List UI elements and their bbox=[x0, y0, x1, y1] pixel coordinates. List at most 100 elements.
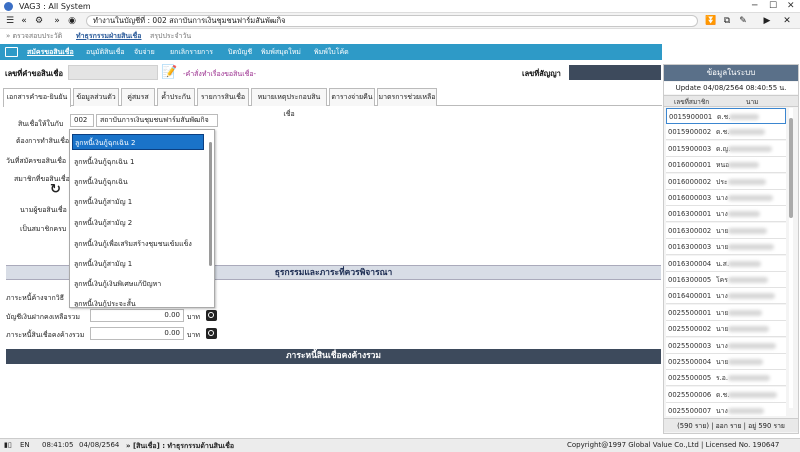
window-title: VAG3 : All System bbox=[19, 2, 91, 11]
dropdown-option[interactable]: ลูกหนี้เงินกู้สามัญ 1 bbox=[72, 256, 204, 272]
tab-repayment[interactable]: ตารางจ่ายคืน bbox=[329, 88, 375, 106]
status-bar: ▮▯ EN 08:41:05 04/08/2564 » [สินเชื่อ] :… bbox=[0, 438, 800, 452]
tab-assistance[interactable]: มาตรการช่วยเหลือ bbox=[377, 88, 437, 106]
download-icon[interactable]: ⏬ bbox=[705, 15, 717, 27]
edit-document-icon[interactable]: 📝 bbox=[161, 64, 177, 81]
member-row[interactable]: 0025500007 นาง bbox=[666, 403, 786, 416]
request-row: เลขที่คำขอสินเชื่อ 📝 -คำสั่งทำเรื่องขอสิ… bbox=[0, 62, 662, 84]
member-row[interactable]: 0025500001 นาย bbox=[666, 304, 786, 321]
dropdown-option[interactable]: ลูกหนี้เงินกู้สามัญ 2 bbox=[72, 215, 204, 231]
forward-icon[interactable]: » bbox=[51, 15, 63, 27]
col-member-code: เลขที่สมาชิก bbox=[674, 98, 710, 106]
dropdown-scrollbar[interactable] bbox=[209, 142, 212, 266]
menu-print-code[interactable]: พิมพ์ใบโค้ด bbox=[314, 47, 349, 58]
deposit-search-icon[interactable] bbox=[206, 310, 217, 321]
dropdown-option[interactable]: ลูกหนี้เงินกู้เพื่อเสริมสร้างชุมชนเข้มแข… bbox=[72, 236, 204, 252]
dropdown-option[interactable]: ลูกหนี้เงินกู้ฉุกเฉิน 1 bbox=[72, 154, 204, 170]
member-row[interactable]: 0016000001 หนอ bbox=[666, 157, 786, 174]
deposit-unit: บาท bbox=[187, 313, 200, 321]
tab-request-docs[interactable]: เอกสารคำขอ-ยินยัน bbox=[3, 88, 71, 107]
member-code: 0016400001 bbox=[668, 292, 712, 301]
status-lang[interactable]: EN bbox=[20, 441, 30, 449]
title-bar: VAG3 : All System ─ ☐ ✕ bbox=[0, 0, 800, 13]
dropdown-option[interactable]: ลูกหนี้เงินกู้เงินพิเศษแก้ปัญหา bbox=[72, 276, 204, 292]
tab-loan-list[interactable]: รายการสินเชื่อ bbox=[197, 88, 249, 106]
menu-close-account[interactable]: ปิดบัญชี bbox=[228, 47, 252, 58]
deposit-total-field[interactable]: 0.00 bbox=[90, 309, 184, 322]
menu-approve-loan[interactable]: อนุมัติสินเชื่อ bbox=[86, 47, 125, 58]
loan-outstanding-field[interactable]: 0.00 bbox=[90, 327, 184, 340]
request-no-label: เลขที่คำขอสินเชื่อ bbox=[5, 69, 63, 78]
panel-scroll-thumb[interactable] bbox=[789, 118, 793, 218]
deposit-total-label: บัญชีเงินฝากคงเหลือรวม bbox=[6, 313, 80, 321]
loan-org-field[interactable]: สถาบันการเงินชุมชนฟาร์มสันพัฒกิจ bbox=[96, 114, 218, 127]
member-row[interactable]: 0016000003 นาง bbox=[666, 190, 786, 206]
member-row[interactable]: 0016300004 น.ส. bbox=[666, 255, 786, 272]
request-no-field[interactable] bbox=[68, 65, 158, 80]
maximize-icon[interactable]: ☐ bbox=[769, 1, 777, 11]
redacted-name bbox=[728, 342, 776, 349]
loan-type-dropdown-list[interactable]: ลูกหนี้เงินกู้ฉุกเฉิน 2 ลูกหนี้เงินกู้ฉุ… bbox=[69, 129, 215, 308]
dropdown-option[interactable]: ลูกหนี้เงินกู้ฉุกเฉิน bbox=[72, 174, 204, 190]
redacted-name bbox=[728, 309, 762, 316]
refresh-icon[interactable]: ↻ bbox=[50, 183, 64, 197]
tab-guarantor[interactable]: ค้ำประกัน bbox=[157, 88, 195, 106]
member-row[interactable]: 0015900002 ด.ช. bbox=[666, 124, 786, 141]
member-code: 0025500005 bbox=[668, 374, 712, 383]
member-row[interactable]: 0016300003 นาย bbox=[666, 239, 786, 256]
panel-update-time: Update 04/08/2564 08:40:55 น. bbox=[664, 82, 798, 94]
menu-icon[interactable]: ☰ bbox=[4, 15, 16, 27]
close-window-icon[interactable]: ✕ bbox=[787, 1, 795, 11]
member-code: 0016300005 bbox=[668, 276, 712, 284]
member-row[interactable]: 0016300005 โคร bbox=[666, 272, 786, 288]
settings-icon[interactable]: ⚙ bbox=[33, 15, 45, 27]
member-row[interactable]: 0016000002 ประ bbox=[666, 173, 786, 190]
dropdown-option[interactable]: ลูกหนี้เงินกู้สามัญ 1 bbox=[72, 194, 204, 210]
breadcrumb-history[interactable]: » ตรวจสอบประวัติ bbox=[6, 31, 62, 42]
loan-code-field[interactable]: 002 bbox=[70, 114, 94, 127]
member-row[interactable]: 0016400001 นาง bbox=[666, 288, 786, 305]
menu-disburse[interactable]: จับจ่าย bbox=[134, 47, 155, 58]
menu-apply-loan[interactable]: สมัครขอสินเชื่อ bbox=[27, 47, 74, 58]
breadcrumb-loan-transactions[interactable]: ทำธุรกรรมฝ่ายสินเชื่อ bbox=[76, 31, 142, 42]
dropdown-option[interactable]: ลูกหนี้เงินกู้ฉุกเฉิน 2 bbox=[72, 134, 204, 150]
tab-personal[interactable]: ข้อมูลส่วนตัว bbox=[73, 88, 119, 106]
home-icon[interactable]: ◉ bbox=[66, 15, 78, 27]
member-row[interactable]: 0025500006 ด.ช. bbox=[666, 386, 786, 403]
breadcrumb-daily-summary[interactable]: สรุปประจำวัน bbox=[150, 31, 191, 42]
open-external-icon[interactable]: ⧉ bbox=[721, 15, 733, 27]
menu-cancel[interactable]: ยกเลิกรายการ bbox=[170, 47, 213, 58]
redacted-name bbox=[728, 244, 774, 251]
member-code: 0016300001 bbox=[668, 210, 712, 219]
menu-print-book[interactable]: พิมพ์สมุดใหม่ bbox=[261, 47, 301, 58]
redacted-name bbox=[728, 277, 768, 283]
tab-loan-notes[interactable]: หมายเหตุประกอบสินเชื่อ bbox=[251, 88, 327, 118]
panel-scrollbar[interactable] bbox=[789, 108, 793, 408]
member-row[interactable]: 0016300002 นาย bbox=[666, 222, 786, 239]
close-icon[interactable]: ✕ bbox=[781, 15, 793, 27]
member-row[interactable]: 0025500002 นาย bbox=[666, 321, 786, 338]
stats-icon: ▮▯ bbox=[4, 441, 12, 449]
member-row[interactable]: 0015900001 ด.ช. bbox=[666, 108, 786, 124]
member-row[interactable]: 0025500003 นาง bbox=[666, 337, 786, 354]
member-row[interactable]: 0016300001 นาง bbox=[666, 206, 786, 223]
member-row[interactable]: 0025500004 นาย bbox=[666, 354, 786, 370]
status-copyright: Copyright@1997 Global Value Co.,Ltd | Li… bbox=[567, 441, 780, 449]
member-row[interactable]: 0025500005 ร.อ. bbox=[666, 370, 786, 387]
redacted-name bbox=[728, 326, 769, 333]
tab-spouse[interactable]: คู่สมรส bbox=[121, 88, 155, 106]
redacted-name bbox=[728, 195, 773, 201]
back-icon[interactable]: « bbox=[18, 15, 30, 27]
member-code: 0015900002 bbox=[668, 128, 712, 137]
play-icon[interactable]: ▶ bbox=[761, 15, 773, 27]
dropdown-option[interactable]: ลูกหนี้เงินกู้ประจะสั้น bbox=[72, 296, 204, 307]
panel-column-header: เลขที่สมาชิก นาม bbox=[664, 95, 798, 107]
request-command-link[interactable]: -คำสั่งทำเรื่องขอสินเชื่อ- bbox=[183, 69, 256, 80]
loan-outstanding-search-icon[interactable] bbox=[206, 328, 217, 339]
member-row[interactable]: 0015900003 ด.ญ. bbox=[666, 140, 786, 157]
redacted-name bbox=[728, 129, 765, 136]
contract-no-field[interactable] bbox=[569, 65, 661, 80]
edit-icon[interactable]: ✎ bbox=[737, 15, 749, 27]
redacted-name bbox=[728, 391, 777, 398]
minimize-icon[interactable]: ─ bbox=[752, 1, 757, 11]
